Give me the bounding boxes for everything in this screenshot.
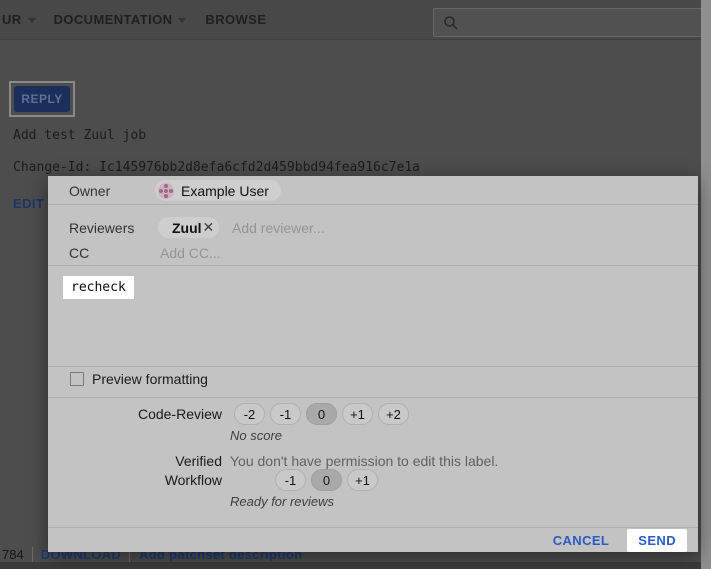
reviewer-chip-zuul: Zuul ✕ — [158, 217, 219, 238]
nav-item-documentation-label: DOCUMENTATION — [54, 12, 173, 27]
vote-chip-zero-selected[interactable]: 0 — [306, 403, 337, 425]
chevron-down-icon — [28, 18, 36, 23]
vote-chip-zero-selected[interactable]: 0 — [311, 469, 342, 491]
change-id-line: Change-Id: Ic145976bb2d8efa6cfd2d459bbd9… — [13, 160, 420, 175]
code-review-status: No score — [230, 428, 282, 443]
vertical-scrollbar[interactable] — [701, 0, 711, 569]
cancel-button[interactable]: CANCEL — [551, 531, 612, 550]
preview-formatting-checkbox[interactable] — [70, 372, 84, 386]
nav-item-browse[interactable]: BROWSE — [205, 12, 266, 27]
reply-button-focus-ring: REPLY — [9, 81, 75, 117]
screen: UR DOCUMENTATION BROWSE REPLY Add test Z… — [0, 0, 711, 569]
nav-item-browse-label: BROWSE — [205, 12, 266, 27]
vote-chip-minus2[interactable]: -2 — [234, 403, 265, 425]
bottom-edge-strip — [0, 562, 701, 569]
nav-item-your-label: UR — [2, 12, 22, 27]
search-input[interactable] — [459, 9, 710, 36]
edit-link[interactable]: EDIT — [13, 196, 44, 211]
nav-item-documentation[interactable]: DOCUMENTATION — [54, 12, 187, 27]
cc-label: CC — [69, 245, 89, 261]
divider — [48, 265, 698, 266]
dialog-footer: CANCEL SEND — [48, 527, 698, 552]
vote-chip-minus1[interactable]: -1 — [270, 403, 301, 425]
workflow-label: Workflow — [48, 472, 222, 488]
add-cc-input[interactable]: Add CC... — [160, 245, 221, 261]
reply-dialog: Owner Example User Reviewers Zuul ✕ Add … — [48, 176, 698, 552]
owner-chip-name: Example User — [181, 183, 269, 199]
patchset-number: 784 — [2, 547, 24, 562]
nav-item-your[interactable]: UR — [2, 12, 36, 27]
owner-chip: Example User — [155, 180, 281, 201]
vote-chip-plus1[interactable]: +1 — [342, 403, 373, 425]
chevron-down-icon — [178, 18, 186, 23]
search-icon — [443, 15, 459, 31]
code-review-label: Code-Review — [48, 406, 222, 422]
reply-message-textarea[interactable]: recheck — [63, 276, 134, 299]
avatar-icon — [158, 183, 174, 199]
reply-button[interactable]: REPLY — [14, 86, 70, 112]
verified-label: Verified — [48, 453, 222, 469]
vote-chip-plus1[interactable]: +1 — [347, 469, 378, 491]
divider — [32, 547, 33, 562]
reviewers-label: Reviewers — [69, 220, 134, 236]
workflow-status: Ready for reviews — [230, 494, 334, 509]
vote-chip-plus2[interactable]: +2 — [378, 403, 409, 425]
verified-permission-message: You don't have permission to edit this l… — [230, 453, 498, 469]
code-review-vote-row: -2 -1 0 +1 +2 — [234, 403, 409, 425]
commit-message-title: Add test Zuul job — [13, 128, 146, 143]
owner-label: Owner — [69, 183, 110, 199]
divider — [48, 204, 698, 205]
reviewer-chip-name: Zuul — [172, 220, 202, 236]
divider — [48, 366, 698, 367]
workflow-vote-row: -1 0 +1 — [275, 469, 378, 491]
add-reviewer-input[interactable]: Add reviewer... — [232, 220, 325, 236]
send-button[interactable]: SEND — [627, 529, 687, 552]
search-box[interactable] — [433, 8, 711, 37]
divider — [48, 397, 698, 398]
vote-chip-minus1[interactable]: -1 — [275, 469, 306, 491]
remove-reviewer-icon[interactable]: ✕ — [203, 220, 215, 236]
preview-formatting-label: Preview formatting — [92, 371, 208, 387]
